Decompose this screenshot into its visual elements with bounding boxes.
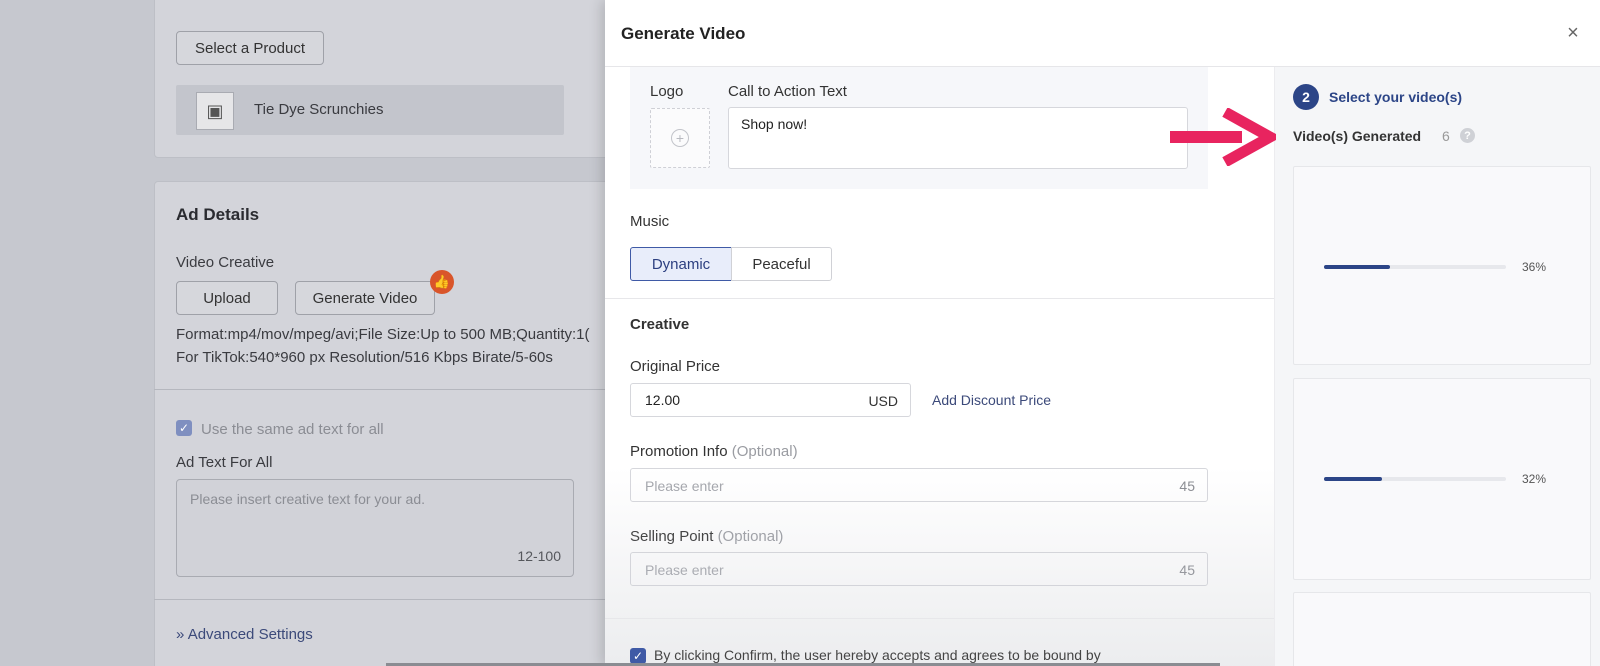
video-card[interactable] — [1293, 592, 1591, 666]
same-text-checkbox[interactable]: ✓ — [176, 420, 192, 436]
ad-text-label: Ad Text For All — [176, 454, 273, 471]
select-product-button[interactable]: Select a Product — [176, 31, 324, 65]
progress-fill — [1324, 477, 1383, 481]
question-icon[interactable]: ? — [1460, 128, 1475, 143]
divider — [154, 599, 624, 600]
progress-fill — [1324, 265, 1390, 269]
divider — [154, 389, 624, 390]
product-name: Tie Dye Scrunchies — [254, 101, 384, 118]
ad-text-placeholder: Please insert creative text for your ad. — [190, 491, 425, 507]
videos-pane: 2 Select your video(s) Video(s) Generate… — [1274, 67, 1600, 666]
selling-point-label: Selling Point (Optional) — [630, 528, 783, 545]
promotion-info-text: Promotion Info — [630, 443, 728, 460]
promotion-info-counter: 45 — [1179, 478, 1195, 494]
ad-text-input[interactable]: Please insert creative text for your ad.… — [176, 479, 574, 577]
same-text-label: Use the same ad text for all — [201, 421, 384, 438]
tiktok-info: For TikTok:540*960 px Resolution/516 Kbp… — [176, 349, 553, 366]
agreement-checkbox[interactable]: ✓ — [630, 648, 646, 664]
music-option-peaceful[interactable]: Peaceful — [731, 247, 832, 281]
plus-icon: + — [671, 129, 689, 147]
generate-video-drawer: Generate Video × Logo Call to Action Tex… — [605, 0, 1600, 666]
video-creative-label: Video Creative — [176, 254, 275, 271]
original-price-input[interactable]: 12.00 USD — [630, 383, 911, 417]
promotion-info-input[interactable]: Please enter 45 — [630, 468, 1208, 502]
progress-percent: 36% — [1522, 260, 1547, 274]
add-discount-price-link[interactable]: Add Discount Price — [932, 392, 1051, 408]
cta-label: Call to Action Text — [728, 83, 847, 100]
progress-track — [1324, 265, 1506, 269]
divider — [605, 618, 1274, 619]
agreement-text: By clicking Confirm, the user hereby acc… — [654, 647, 1101, 663]
cta-input[interactable]: Shop now! — [728, 107, 1188, 169]
product-thumbnail-icon: ▣ — [196, 92, 234, 130]
drawer-title: Generate Video — [621, 24, 746, 43]
progress-track — [1324, 477, 1506, 481]
selling-point-input[interactable]: Please enter 45 — [630, 552, 1208, 586]
selling-point-counter: 45 — [1179, 562, 1195, 578]
upload-button[interactable]: Upload — [176, 281, 278, 315]
promotion-info-label: Promotion Info (Optional) — [630, 443, 798, 460]
creative-title: Creative — [630, 316, 690, 333]
videos-generated-count: 6 — [1442, 128, 1450, 144]
close-icon[interactable]: × — [1562, 22, 1584, 44]
music-label: Music — [630, 213, 670, 230]
double-chevron-down-icon: » — [176, 626, 185, 643]
advanced-settings-label: Advanced Settings — [187, 626, 313, 643]
advanced-settings-link[interactable]: » Advanced Settings — [176, 626, 313, 643]
arrow-right-icon — [1170, 108, 1276, 166]
drawer-header: Generate Video × — [605, 0, 1600, 67]
step-label: Select your video(s) — [1329, 89, 1463, 105]
divider — [605, 298, 1274, 299]
logo-cta-section: Logo Call to Action Text + Shop now! — [630, 67, 1208, 189]
selling-point-placeholder: Please enter — [645, 562, 724, 578]
selected-product-row[interactable]: ▣ Tie Dye Scrunchies — [176, 85, 564, 135]
format-info: Format:mp4/mov/mpeg/avi;File Size:Up to … — [176, 326, 590, 343]
video-card[interactable]: 32% — [1293, 378, 1591, 580]
step-number-badge: 2 — [1293, 84, 1319, 110]
videos-generated-title: Video(s) Generated — [1293, 128, 1422, 144]
ad-details-title: Ad Details — [176, 205, 260, 224]
logo-upload[interactable]: + — [650, 108, 710, 168]
thumbs-up-icon: 👍 — [430, 270, 454, 294]
original-price-label: Original Price — [630, 358, 721, 375]
promotion-info-placeholder: Please enter — [645, 478, 724, 494]
optional-tag: (Optional) — [731, 443, 798, 460]
original-price-value: 12.00 — [645, 392, 681, 408]
selling-point-text: Selling Point — [630, 528, 714, 545]
currency-label: USD — [868, 393, 898, 409]
logo-label: Logo — [650, 83, 684, 100]
ad-text-counter: 12-100 — [517, 548, 561, 564]
progress-percent: 32% — [1522, 472, 1547, 486]
generate-video-button[interactable]: Generate Video — [295, 281, 435, 315]
optional-tag: (Optional) — [717, 528, 784, 545]
music-option-dynamic[interactable]: Dynamic — [630, 247, 732, 281]
video-card[interactable]: 36% — [1293, 166, 1591, 365]
